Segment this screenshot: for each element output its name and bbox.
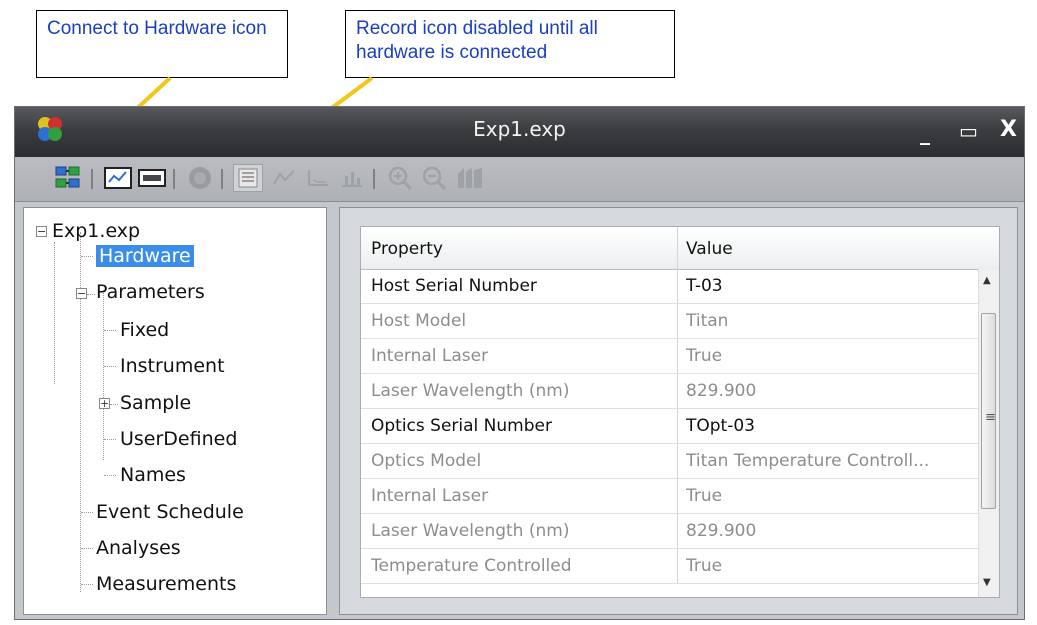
toolbar-separator: [373, 169, 375, 189]
toolbar-separator: [221, 169, 223, 189]
axis-chart-icon[interactable]: [303, 164, 333, 192]
connect-hardware-icon[interactable]: [53, 164, 83, 192]
table-row[interactable]: Internal Laser True: [361, 339, 979, 374]
callout-connect-hardware: Connect to Hardware icon: [36, 10, 288, 78]
tree-node-measurements[interactable]: Measurements: [96, 571, 236, 597]
property-name-cell: Laser Wavelength (nm): [371, 521, 570, 541]
property-value-cell[interactable]: TOpt-03: [686, 416, 974, 436]
property-value-cell[interactable]: 829.900: [686, 521, 974, 541]
vertical-scrollbar[interactable]: ▲ ≡ ▼: [978, 269, 999, 597]
column-divider: [677, 374, 678, 408]
column-divider: [677, 514, 678, 548]
tree-node-root[interactable]: Exp1.exp: [52, 218, 140, 244]
tree-node-instrument[interactable]: Instrument: [120, 353, 225, 379]
column-divider: [677, 339, 678, 373]
zoom-in-icon[interactable]: [385, 164, 415, 192]
property-value-cell[interactable]: True: [686, 346, 974, 366]
collapse-parameters-toggle[interactable]: −: [76, 288, 87, 299]
panel-view-icon[interactable]: [137, 164, 167, 192]
column-divider: [677, 409, 678, 443]
window-title: Exp1.exp: [473, 117, 566, 141]
callout-connect-text: Connect to Hardware icon: [47, 18, 267, 39]
property-name-cell: Laser Wavelength (nm): [371, 381, 570, 401]
zoom-out-icon[interactable]: [419, 164, 449, 192]
line-chart-icon[interactable]: [269, 164, 299, 192]
toolbar: [15, 157, 1024, 202]
property-value-cell[interactable]: True: [686, 486, 974, 506]
property-grid-header: Property Value: [361, 227, 999, 270]
property-value-cell[interactable]: 829.900: [686, 381, 974, 401]
close-button[interactable]: X: [1000, 117, 1017, 142]
callout-record-text: Record icon disabled until all hardware …: [356, 18, 598, 63]
record-icon[interactable]: [185, 164, 215, 192]
property-name-cell: Optics Model: [371, 451, 482, 471]
properties-list-icon[interactable]: [233, 164, 263, 192]
column-header-property[interactable]: Property: [371, 239, 443, 259]
tree-node-hardware-label: Hardware: [96, 245, 194, 267]
tree-node-userdefined[interactable]: UserDefined: [120, 426, 237, 452]
property-value-cell[interactable]: Titan Temperature Controll...: [686, 451, 974, 471]
tree-node-sample[interactable]: Sample: [120, 390, 191, 416]
table-row[interactable]: Optics Model Titan Temperature Controll..…: [361, 444, 979, 479]
tree-node-hardware[interactable]: Hardware: [96, 243, 194, 269]
table-row[interactable]: Host Model Titan: [361, 304, 979, 339]
scroll-up-arrow-icon[interactable]: ▲: [983, 275, 991, 286]
property-value-cell[interactable]: T-03: [686, 276, 974, 296]
app-window: Exp1.exp _ ▭ X − Exp1.exp Hardware − Par…: [14, 106, 1025, 620]
property-grid: Property Value Host Serial Number T-03 Hos…: [360, 226, 1000, 598]
property-name-cell: Internal Laser: [371, 486, 489, 506]
scroll-down-arrow-icon[interactable]: ▼: [983, 577, 991, 588]
table-row[interactable]: Optics Serial Number TOpt-03: [361, 409, 979, 444]
tree-node-analyses[interactable]: Analyses: [96, 535, 181, 561]
column-header-value[interactable]: Value: [686, 239, 733, 259]
property-value-cell[interactable]: Titan: [686, 311, 974, 331]
property-name-cell: Host Model: [371, 311, 467, 331]
scrollbar-thumb[interactable]: ≡: [981, 313, 996, 509]
toolbar-separator: [173, 169, 175, 189]
export-icon[interactable]: [455, 164, 485, 192]
callout-record-disabled: Record icon disabled until all hardware …: [345, 10, 675, 78]
property-value-cell[interactable]: True: [686, 556, 974, 576]
expand-sample-toggle[interactable]: +: [99, 398, 110, 409]
table-row[interactable]: Laser Wavelength (nm) 829.900: [361, 374, 979, 409]
column-divider: [677, 304, 678, 338]
column-divider: [677, 444, 678, 478]
table-row[interactable]: Host Serial Number T-03: [361, 269, 979, 304]
tree-node-names[interactable]: Names: [120, 462, 186, 488]
minimize-button[interactable]: _: [920, 121, 930, 145]
property-name-cell: Internal Laser: [371, 346, 489, 366]
collapse-root-toggle[interactable]: −: [36, 226, 47, 237]
table-row[interactable]: Laser Wavelength (nm) 829.900: [361, 514, 979, 549]
column-divider: [677, 549, 678, 583]
property-name-cell: Host Serial Number: [371, 276, 537, 296]
table-row[interactable]: Internal Laser True: [361, 479, 979, 514]
chart-view-icon[interactable]: [103, 164, 133, 192]
tree-node-fixed[interactable]: Fixed: [120, 317, 169, 343]
experiment-tree: − Exp1.exp Hardware − Parameters Fixed I…: [23, 207, 327, 615]
property-grid-pane: Property Value Host Serial Number T-03 Hos…: [339, 207, 1018, 615]
table-row[interactable]: Temperature Controlled True: [361, 549, 979, 584]
property-name-cell: Optics Serial Number: [371, 416, 552, 436]
tree-node-event-schedule[interactable]: Event Schedule: [96, 499, 244, 525]
bar-chart-icon[interactable]: [337, 164, 367, 192]
tree-node-parameters[interactable]: Parameters: [96, 279, 205, 305]
toolbar-separator: [91, 169, 93, 189]
column-divider: [677, 269, 678, 303]
maximize-button[interactable]: ▭: [959, 119, 978, 143]
title-bar[interactable]: Exp1.exp _ ▭ X: [15, 107, 1024, 157]
property-name-cell: Temperature Controlled: [371, 556, 572, 576]
column-divider: [677, 479, 678, 513]
scrollbar-grip-icon: ≡: [985, 410, 996, 425]
